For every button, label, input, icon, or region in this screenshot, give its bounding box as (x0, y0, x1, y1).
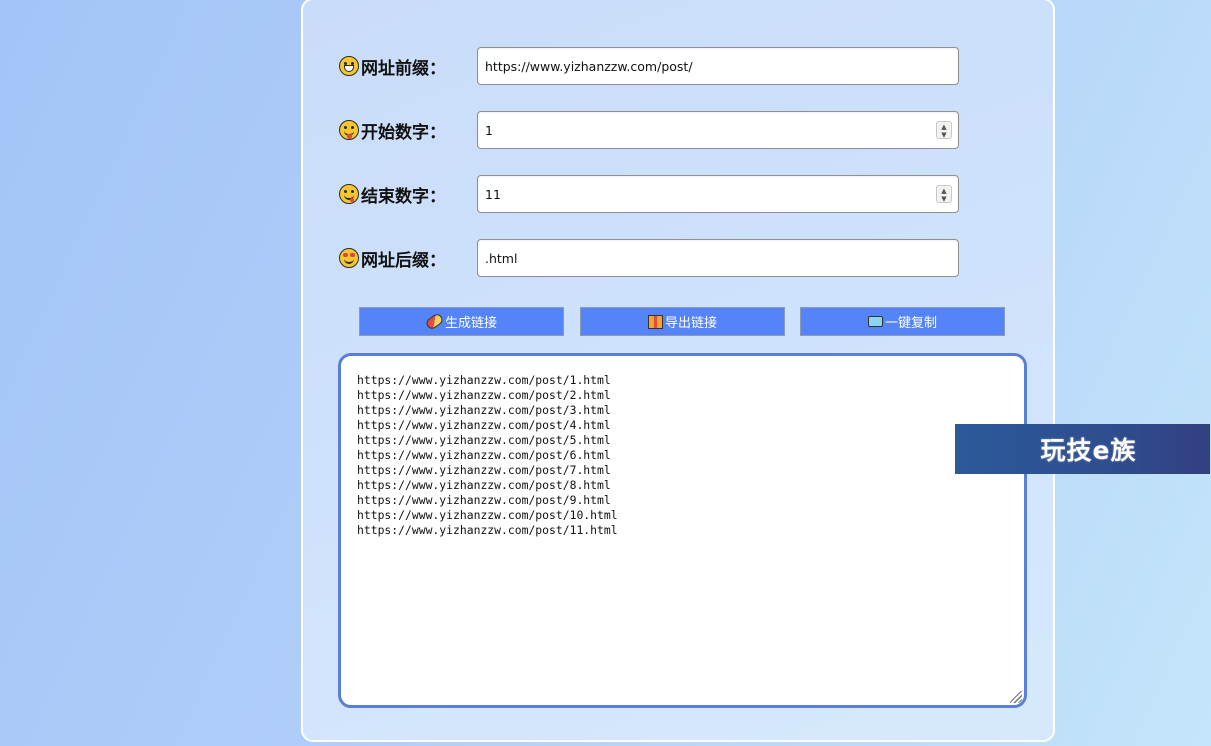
suffix-row: 网址后缀： (339, 239, 959, 277)
resize-handle[interactable] (1010, 691, 1022, 703)
start-label-text: 开始数字： (361, 122, 446, 143)
output-textarea[interactable]: https://www.yizhanzzw.com/post/1.html ht… (338, 353, 1027, 708)
yum-face-icon (339, 184, 359, 204)
start-field[interactable]: ▲▼ (477, 111, 959, 149)
generate-links-label: 生成链接 (444, 316, 497, 331)
clipboard-icon (867, 316, 883, 327)
suffix-label: 网址后缀： (339, 246, 477, 271)
suffix-input[interactable] (478, 240, 958, 276)
gift-icon (647, 314, 663, 329)
copy-all-button[interactable]: 一键复制 (800, 307, 1005, 336)
start-row: 开始数字： ▲▼ (339, 111, 959, 149)
prefix-input[interactable] (478, 48, 958, 84)
prefix-label-text: 网址前缀： (361, 58, 446, 79)
end-label-text: 结束数字： (361, 186, 446, 207)
export-links-button[interactable]: 导出链接 (580, 307, 785, 336)
generate-links-button[interactable]: 生成链接 (359, 307, 564, 336)
end-number-input[interactable] (478, 176, 958, 212)
suffix-label-text: 网址后缀： (361, 250, 446, 271)
start-label: 开始数字： (339, 118, 477, 143)
export-links-label: 导出链接 (664, 316, 717, 331)
prefix-row: 网址前缀： (339, 47, 959, 85)
end-label: 结束数字： (339, 182, 477, 207)
grinning-face-icon (339, 56, 359, 76)
prefix-label: 网址前缀： (339, 54, 477, 79)
output-text[interactable]: https://www.yizhanzzw.com/post/1.html ht… (341, 356, 1024, 538)
end-field[interactable]: ▲▼ (477, 175, 959, 213)
end-stepper[interactable]: ▲ ▼ (936, 185, 952, 203)
copy-all-label: 一键复制 (884, 316, 937, 331)
tongue-face-icon (339, 120, 359, 140)
watermark-logo: 玩技e族 (955, 424, 1210, 474)
start-number-input[interactable] (478, 112, 958, 148)
suffix-field[interactable] (477, 239, 959, 277)
end-row: 结束数字： ▲▼ (339, 175, 959, 213)
heart-eyes-face-icon (339, 248, 359, 268)
start-stepper[interactable]: ▲ ▼ (936, 121, 952, 139)
generator-card: 网址前缀： 开始数字： ▲▼ 结束数字： ▲▼ 网址后缀： (301, 0, 1055, 742)
pill-icon (424, 312, 445, 331)
prefix-field[interactable] (477, 47, 959, 85)
watermark-text: 玩技e族 (1040, 436, 1137, 465)
